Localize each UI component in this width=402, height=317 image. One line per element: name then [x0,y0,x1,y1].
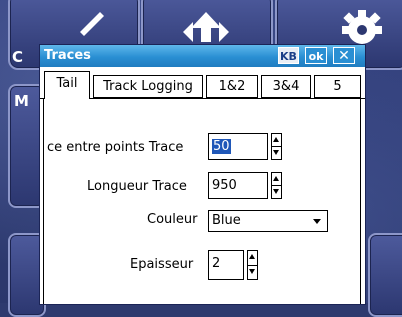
dialog-title: Traces [44,48,91,63]
thickness-spinner[interactable] [247,250,258,280]
tab-tail[interactable]: Tail [44,71,90,99]
length-input[interactable]: 950 [208,172,268,199]
pencil-icon [80,12,104,36]
color-label: Couleur [147,212,198,227]
tab-5[interactable]: 5 [314,75,361,98]
tab-track-logging[interactable]: Track Logging [93,75,203,98]
length-label: Longueur Trace [87,179,187,194]
length-value: 950 [212,178,237,193]
tab-3-4[interactable]: 3&4 [261,75,311,98]
keyboard-button[interactable]: KB [278,47,299,64]
color-select[interactable]: Blue [208,210,328,232]
traces-dialog: Traces KB ok ✕ Tail Track Logging 1&2 3&… [39,44,366,305]
spin-up-button[interactable] [272,134,281,147]
close-button[interactable]: ✕ [333,47,355,64]
tile-bottom-right[interactable] [368,233,402,317]
spin-down-button[interactable] [272,186,281,198]
upload-arrows-icon [183,12,229,42]
gear-icon [342,10,382,44]
spin-down-button[interactable] [272,147,281,159]
distance-value: 50 [212,139,231,154]
dialog-titlebar: Traces KB ok ✕ [40,45,365,67]
tile-label: C [12,48,24,66]
spin-up-button[interactable] [248,251,257,266]
thickness-value: 2 [212,256,221,271]
spin-up-button[interactable] [272,173,281,186]
tab-bar: Tail Track Logging 1&2 3&4 5 [40,68,365,100]
ok-button[interactable]: ok [305,47,327,64]
spin-down-button[interactable] [248,266,257,278]
length-spinner[interactable] [271,172,282,199]
thickness-label: Epaisseur [130,257,194,272]
distance-input[interactable]: 50 [208,133,268,160]
chevron-down-icon [313,219,321,224]
distance-spinner[interactable] [271,133,282,160]
color-value: Blue [212,213,241,228]
thickness-input[interactable]: 2 [208,250,244,280]
tab-1-2[interactable]: 1&2 [206,75,258,98]
tab-content-panel [43,98,361,304]
distance-label: ce entre points Trace [47,140,184,155]
tile-label: M [14,92,29,110]
